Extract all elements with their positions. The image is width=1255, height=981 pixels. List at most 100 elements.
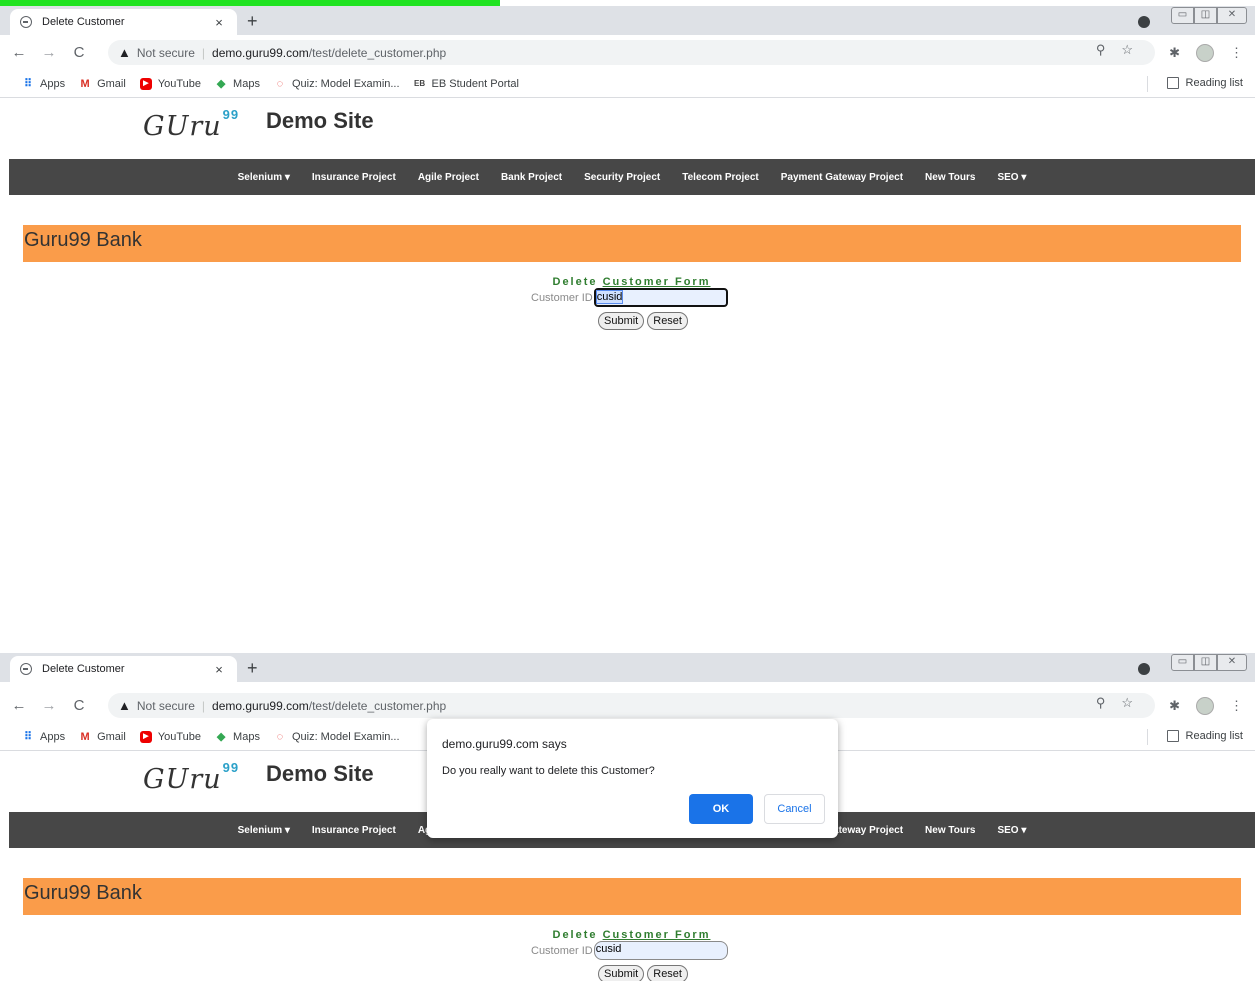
dialog-ok-button[interactable]: OK [689, 794, 753, 824]
bookmark-apps[interactable]: ⠿ Apps [22, 78, 65, 90]
reset-button[interactable]: Reset [647, 965, 688, 981]
submit-button[interactable]: Submit [598, 965, 645, 981]
back-icon[interactable]: ← [8, 697, 30, 714]
omnibox-separator: | [201, 698, 206, 713]
maximize-button[interactable]: ◫ [1194, 654, 1217, 671]
warning-icon: ▲ [118, 698, 131, 713]
menu-item-telecom[interactable]: Telecom Project [682, 172, 759, 183]
tab-search-icon[interactable] [1138, 16, 1150, 28]
bookmark-youtube[interactable]: ▶ YouTube [139, 77, 201, 90]
avatar[interactable] [1196, 44, 1214, 62]
menu-item-selenium[interactable]: Selenium ▾ [238, 825, 290, 836]
form-buttons: Submit Reset [598, 965, 688, 981]
globe-icon [20, 16, 32, 28]
maximize-button[interactable]: ◫ [1194, 7, 1217, 24]
extensions-icon[interactable]: ✱ [1169, 45, 1180, 61]
not-secure-label: Not secure [136, 45, 195, 60]
gmail-icon: M [80, 77, 90, 90]
menu-item-security[interactable]: Security Project [584, 172, 660, 183]
close-window-button[interactable]: ✕ [1217, 7, 1247, 24]
bookmark-apps[interactable]: ⠿ Apps [22, 731, 65, 743]
browser-tab[interactable]: Delete Customer × [10, 9, 237, 35]
address-bar[interactable]: ▲ Not secure | demo.guru99.com/test/dele… [108, 40, 1155, 65]
reset-button[interactable]: Reset [647, 312, 688, 330]
window-controls: ▭ ◫ ✕ [1171, 654, 1247, 671]
warning-icon: ▲ [118, 45, 131, 60]
menu-item-agile[interactable]: Agile Project [418, 172, 479, 183]
bookmark-eb-portal[interactable]: EB EB Student Portal [414, 78, 519, 90]
customer-id-input[interactable]: cusid [593, 941, 728, 960]
zoom-icon[interactable]: ⚲ [1096, 695, 1106, 711]
confirm-dialog: demo.guru99.com says Do you really want … [427, 719, 838, 838]
reading-list-icon [1166, 730, 1179, 742]
menu-item-new-tours[interactable]: New Tours [925, 825, 975, 836]
menu-item-seo[interactable]: SEO ▾ [997, 825, 1026, 836]
star-icon[interactable]: ☆ [1121, 695, 1133, 711]
customer-id-row: Customer ID cusid [531, 941, 728, 960]
dialog-message: Do you really want to delete this Custom… [442, 765, 655, 777]
bookmark-youtube[interactable]: ▶ YouTube [139, 730, 201, 743]
forward-icon[interactable]: → [38, 697, 60, 714]
submit-button[interactable]: Submit [598, 312, 645, 330]
apps-grid-icon: ⠿ [23, 730, 33, 743]
customer-id-label: Customer ID [531, 944, 593, 957]
guru99-logo[interactable]: GUru99 [143, 107, 239, 142]
bookmarks-bar: ⠿ Apps M Gmail ▶ YouTube ◆ Maps ◌ Quiz: Model… [0, 70, 1255, 98]
reading-list-button[interactable]: Reading list [1146, 729, 1243, 745]
menu-item-bank[interactable]: Bank Project [501, 172, 562, 183]
url-text: demo.guru99.com/test/delete_customer.php [212, 45, 447, 60]
reload-icon[interactable]: C [68, 697, 90, 714]
eb-icon: EB [413, 78, 426, 88]
reading-list-icon [1166, 77, 1179, 89]
browser-toolbar: ← → C ▲ Not secure | demo.guru99.com/tes… [0, 688, 1255, 723]
form-title: Delete Customer Form [552, 929, 711, 941]
bookmark-quiz[interactable]: ◌ Quiz: Model Examin... [274, 78, 400, 90]
browser-tab[interactable]: Delete Customer × [10, 656, 237, 682]
menu-item-payment-gateway[interactable]: Payment Gateway Project [781, 172, 903, 183]
tab-close-button[interactable]: × [211, 15, 227, 30]
browser-toolbar: ← → C ▲ Not secure | demo.guru99.com/tes… [0, 35, 1255, 70]
bookmark-gmail[interactable]: M Gmail [79, 731, 125, 743]
reading-list-button[interactable]: Reading list [1146, 76, 1243, 92]
star-icon[interactable]: ☆ [1121, 42, 1133, 58]
avatar[interactable] [1196, 697, 1214, 715]
bookmark-quiz[interactable]: ◌ Quiz: Model Examin... [274, 731, 400, 743]
tab-search-icon[interactable] [1138, 663, 1150, 675]
menu-item-insurance[interactable]: Insurance Project [312, 172, 396, 183]
menu-item-insurance[interactable]: Insurance Project [312, 825, 396, 836]
minimize-button[interactable]: ▭ [1171, 7, 1194, 24]
toolbar-right: ✱ ⋮ [1169, 44, 1243, 62]
guru99-logo[interactable]: GUru99 [143, 760, 239, 795]
bookmark-maps[interactable]: ◆ Maps [215, 78, 260, 90]
screenshot-before-submit: Delete Customer × + ▭ ◫ ✕ ← → C ▲ Not se… [0, 0, 1255, 645]
new-tab-button[interactable]: + [247, 11, 258, 31]
customer-id-label: Customer ID [531, 291, 593, 304]
back-icon[interactable]: ← [8, 44, 30, 61]
url-text: demo.guru99.com/test/delete_customer.php [212, 698, 447, 713]
menu-item-new-tours[interactable]: New Tours [925, 172, 975, 183]
close-window-button[interactable]: ✕ [1217, 654, 1247, 671]
forward-icon[interactable]: → [38, 44, 60, 61]
menu-dots-icon[interactable]: ⋮ [1230, 45, 1243, 61]
form-title: Delete Customer Form [552, 276, 711, 288]
tab-close-button[interactable]: × [211, 662, 227, 677]
tab-title: Delete Customer [42, 663, 125, 675]
new-tab-button[interactable]: + [247, 658, 258, 678]
bookmark-maps[interactable]: ◆ Maps [215, 731, 260, 743]
reload-icon[interactable]: C [68, 44, 90, 61]
bookmark-gmail[interactable]: M Gmail [79, 77, 125, 90]
dialog-cancel-button[interactable]: Cancel [764, 794, 825, 824]
extensions-icon[interactable]: ✱ [1169, 698, 1180, 714]
quiz-icon: ◌ [276, 77, 284, 90]
menu-dots-icon[interactable]: ⋮ [1230, 698, 1243, 714]
customer-id-input[interactable]: cusid [593, 288, 728, 307]
minimize-button[interactable]: ▭ [1171, 654, 1194, 671]
maps-icon: ◆ [216, 730, 226, 743]
menu-item-seo[interactable]: SEO ▾ [997, 172, 1026, 183]
window-controls: ▭ ◫ ✕ [1171, 7, 1247, 24]
omnibox-separator: | [201, 45, 206, 60]
menu-item-selenium[interactable]: Selenium ▾ [238, 172, 290, 183]
site-nav-menu: Selenium ▾ Insurance Project Agile Proje… [9, 159, 1255, 195]
address-bar[interactable]: ▲ Not secure | demo.guru99.com/test/dele… [108, 693, 1155, 718]
zoom-icon[interactable]: ⚲ [1096, 42, 1106, 58]
